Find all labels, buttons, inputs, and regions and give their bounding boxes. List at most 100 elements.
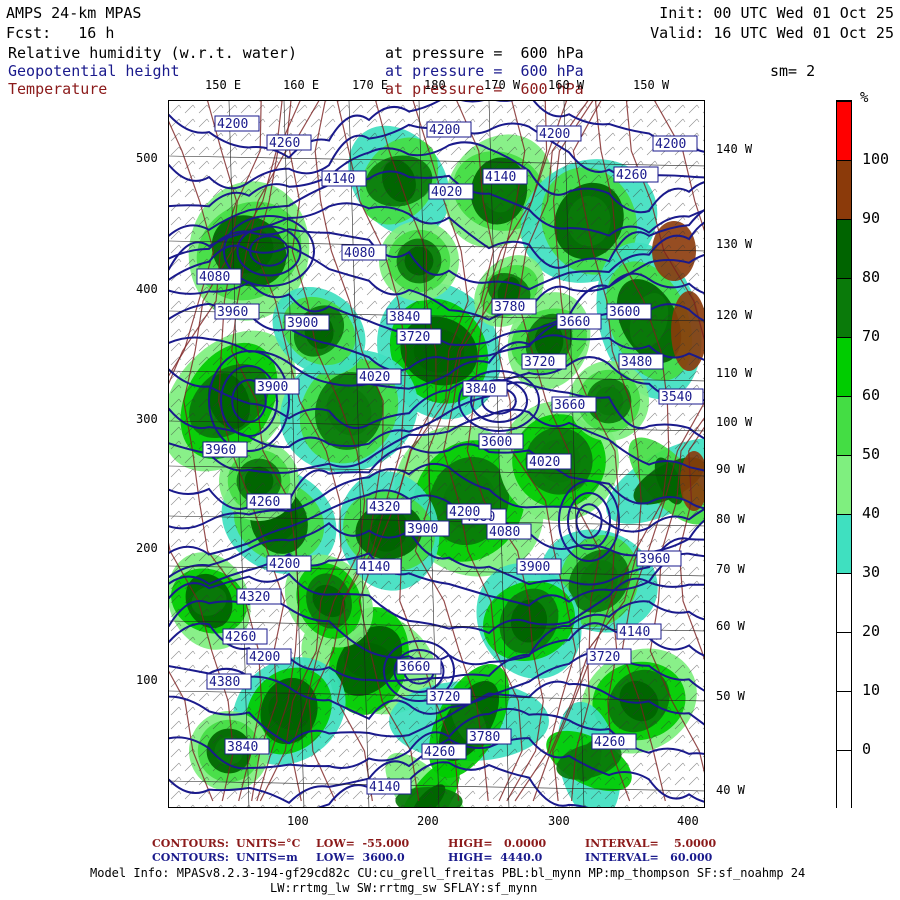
height-contour-label: 4260 xyxy=(222,628,268,645)
colorbar-label: 10 xyxy=(862,681,881,699)
right-longitude-label: 80 W xyxy=(716,512,745,526)
y-tick-label: 500 xyxy=(136,151,158,165)
field-rh-label: Relative humidity (w.r.t. water) xyxy=(8,44,297,62)
height-contour-label: 3720 xyxy=(586,648,632,665)
height-contour-label: 3660 xyxy=(556,313,602,330)
height-contour-label: 3840 xyxy=(386,308,432,325)
height-contour-label: 3540 xyxy=(658,388,704,405)
height-label-text: 4260 xyxy=(225,630,256,645)
height-label-text: 4200 xyxy=(249,650,280,665)
height-label-text: 3720 xyxy=(524,355,555,370)
y-tick-label: 400 xyxy=(136,282,158,296)
height-contour-label: 4140 xyxy=(616,623,662,640)
top-longitude-label: 150 W xyxy=(633,78,670,92)
height-label-text: 4320 xyxy=(239,590,270,605)
height-label-text: 4320 xyxy=(369,500,400,515)
colorbar-label: 40 xyxy=(862,504,881,522)
colorbar-label: 30 xyxy=(862,563,881,581)
height-contour-high: HIGH= 4440.0 xyxy=(448,851,543,864)
height-contour-label: 4080 xyxy=(486,523,532,540)
height-contour-label: 3720 xyxy=(396,328,442,345)
height-label-text: 4140 xyxy=(485,170,516,185)
height-contour-label: 3780 xyxy=(491,298,537,315)
height-contour-label: 4380 xyxy=(206,673,252,690)
colorbar-label: 0 xyxy=(862,740,872,758)
height-contour-label: 4260 xyxy=(266,134,312,151)
colorbar-segment xyxy=(837,219,851,278)
right-longitude-label: 60 W xyxy=(716,619,745,633)
height-label-text: 4140 xyxy=(619,625,650,640)
height-label-text: 3840 xyxy=(465,382,496,397)
colorbar xyxy=(836,100,852,809)
colorbar-segment xyxy=(837,396,851,455)
height-contour-label: 4080 xyxy=(341,244,387,261)
height-label-text: 3660 xyxy=(559,315,590,330)
height-label-text: 4080 xyxy=(489,525,520,540)
model-info-physics: LW:rrtmg_lw SW:rrtmg_sw SFLAY:sf_mynn xyxy=(270,881,538,895)
height-label-text: 4080 xyxy=(344,246,375,261)
height-contour-low: LOW= 3600.0 xyxy=(316,851,405,864)
height-contour-label: 4200 xyxy=(246,648,292,665)
height-contour-label: 3900 xyxy=(516,558,562,575)
x-tick-label: 400 xyxy=(677,814,699,828)
height-contour-label: 4260 xyxy=(591,733,637,750)
height-label-text: 4200 xyxy=(217,117,248,132)
height-contour-label: 4200 xyxy=(266,555,312,572)
height-contour-label: 4320 xyxy=(366,498,412,515)
height-label-text: 3780 xyxy=(469,730,500,745)
colorbar-label: 80 xyxy=(862,268,881,286)
height-contour-label: 4140 xyxy=(356,558,402,575)
x-tick-label: 300 xyxy=(548,814,570,828)
height-contour-label: 3660 xyxy=(396,658,442,675)
height-label-text: 4260 xyxy=(594,735,625,750)
height-contour-label: 3960 xyxy=(636,550,682,567)
colorbar-label: 20 xyxy=(862,622,881,640)
colorbar-segment xyxy=(837,337,851,396)
height-label-text: 3720 xyxy=(429,690,460,705)
height-contour-label: 4200 xyxy=(652,135,698,152)
height-contour-label: 3480 xyxy=(618,353,664,370)
height-contour-label: 4260 xyxy=(246,493,292,510)
colorbar-segment xyxy=(837,160,851,219)
height-contour-label: 3840 xyxy=(224,738,270,755)
top-longitude-label: 160 W xyxy=(548,78,585,92)
y-tick-label: 100 xyxy=(136,673,158,687)
valid-time: Valid: 16 UTC Wed 01 Oct 25 xyxy=(650,24,894,42)
model-info: Model Info: MPASv8.2.3-194-gf29cd82c CU:… xyxy=(90,866,806,880)
temp-contour-units: UNITS=°C xyxy=(236,837,301,850)
colorbar-segment xyxy=(837,101,851,160)
height-label-text: 4200 xyxy=(269,557,300,572)
height-contour-label: 4140 xyxy=(321,170,367,187)
weather-map-plot: 4200 4260 4140 4200 4200 4260 4200 4140 4020 4080… xyxy=(168,100,705,808)
height-contour-label: 3960 xyxy=(214,303,260,320)
height-label-text: 3780 xyxy=(494,300,525,315)
height-label-text: 3960 xyxy=(217,305,248,320)
colorbar-segment xyxy=(837,278,851,337)
height-label-text: 3600 xyxy=(481,435,512,450)
height-contour-label: 4080 xyxy=(196,268,242,285)
smoothing-label: sm= 2 xyxy=(770,62,816,80)
height-label-text: 4260 xyxy=(424,745,455,760)
top-longitude-label: 150 E xyxy=(205,78,242,92)
colorbar-segment xyxy=(837,455,851,514)
right-longitude-label: 90 W xyxy=(716,462,745,476)
right-longitude-label: 130 W xyxy=(716,237,753,251)
temp-contour-interval: INTERVAL= 5.0000 xyxy=(585,837,717,850)
height-contour-label: 3720 xyxy=(426,688,472,705)
height-contour-label: 3900 xyxy=(284,314,330,331)
right-longitude-label: 140 W xyxy=(716,142,753,156)
x-tick-label: 200 xyxy=(417,814,439,828)
height-label-text: 3840 xyxy=(389,310,420,325)
y-tick-label: 300 xyxy=(136,412,158,426)
height-label-text: 3480 xyxy=(621,355,652,370)
height-label-text: 4260 xyxy=(249,495,280,510)
height-label-text: 4200 xyxy=(449,505,480,520)
colorbar-label: 50 xyxy=(862,445,881,463)
top-longitude-label: 180 xyxy=(424,78,446,92)
height-contour-label: 4260 xyxy=(421,743,467,760)
height-contour-label: 4200 xyxy=(446,503,492,520)
height-label-text: 4200 xyxy=(429,123,460,138)
top-longitude-label: 170 W xyxy=(484,78,521,92)
height-contour-label: 4200 xyxy=(214,115,260,132)
height-label-text: 3960 xyxy=(639,552,670,567)
